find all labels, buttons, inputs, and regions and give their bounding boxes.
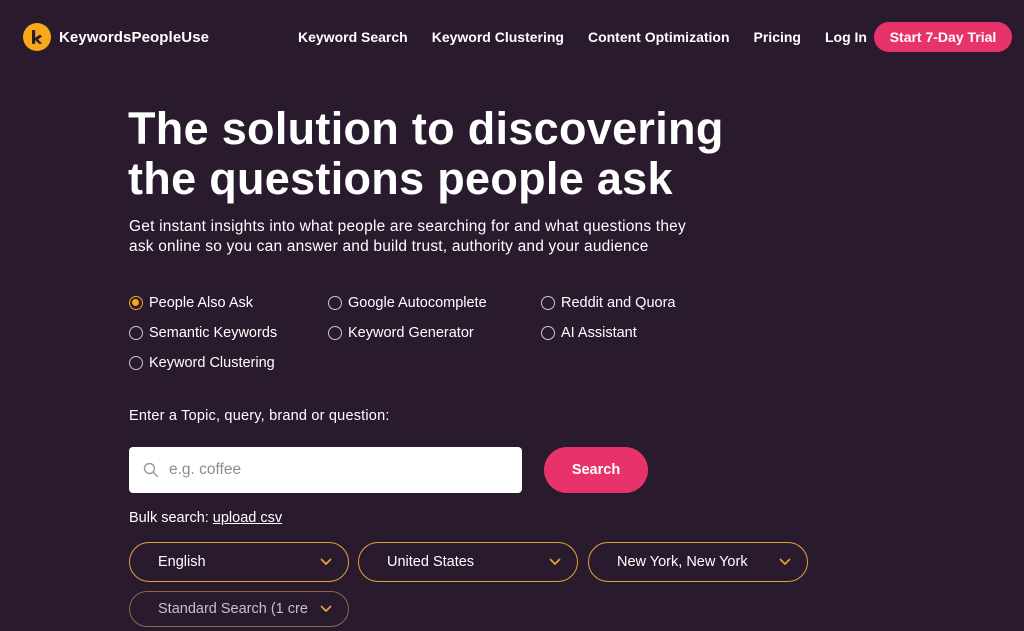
radio-label: Google Autocomplete bbox=[348, 295, 487, 311]
radio-label: Keyword Generator bbox=[348, 325, 474, 341]
hero-subtitle-line-1: Get instant insights into what people ar… bbox=[129, 218, 686, 235]
hero-title-line-1: The solution to discovering bbox=[128, 103, 724, 154]
chevron-down-icon bbox=[320, 558, 332, 565]
radio-unchecked-icon bbox=[129, 356, 143, 370]
hero-title-line-2: the questions people ask bbox=[128, 153, 673, 204]
location-select[interactable]: New York, New York bbox=[588, 542, 808, 582]
nav-log-in[interactable]: Log In bbox=[825, 29, 867, 45]
start-trial-button[interactable]: Start 7-Day Trial bbox=[874, 22, 1012, 52]
bulk-search-label: Bulk search: bbox=[129, 510, 209, 526]
radio-ai-assistant[interactable]: AI Assistant bbox=[541, 325, 637, 341]
search-box[interactable] bbox=[129, 447, 522, 493]
radio-google-autocomplete[interactable]: Google Autocomplete bbox=[328, 295, 487, 311]
radio-label: Semantic Keywords bbox=[149, 325, 278, 341]
radio-label: AI Assistant bbox=[561, 325, 637, 341]
upload-csv-link[interactable]: upload csv bbox=[213, 510, 282, 526]
country-select[interactable]: United States bbox=[358, 542, 578, 582]
search-type-select[interactable]: Standard Search (1 cre bbox=[129, 591, 349, 627]
chevron-down-icon bbox=[320, 605, 332, 612]
radio-semantic-keywords[interactable]: Semantic Keywords bbox=[129, 325, 277, 341]
radio-label: Reddit and Quora bbox=[561, 295, 676, 311]
nav-keyword-clustering[interactable]: Keyword Clustering bbox=[432, 29, 564, 45]
bulk-search: Bulk search: upload csv bbox=[129, 510, 282, 526]
radio-people-also-ask[interactable]: People Also Ask bbox=[129, 295, 253, 311]
radio-unchecked-icon bbox=[541, 326, 555, 340]
nav-pricing[interactable]: Pricing bbox=[754, 29, 801, 45]
radio-keyword-clustering[interactable]: Keyword Clustering bbox=[129, 355, 275, 371]
radio-reddit-and-quora[interactable]: Reddit and Quora bbox=[541, 295, 675, 311]
search-prompt-label: Enter a Topic, query, brand or question: bbox=[129, 408, 390, 424]
nav-keyword-search[interactable]: Keyword Search bbox=[298, 29, 408, 45]
page: KeywordsPeopleUse Keyword Search Keyword… bbox=[0, 0, 1024, 631]
hero-subtitle: Get instant insights into what people ar… bbox=[129, 217, 749, 257]
logo-mark-icon bbox=[23, 23, 51, 51]
nav-links: Keyword Search Keyword Clustering Conten… bbox=[298, 29, 891, 45]
top-nav: KeywordsPeopleUse Keyword Search Keyword… bbox=[0, 0, 1024, 74]
search-input[interactable] bbox=[169, 461, 509, 479]
brand-name: KeywordsPeopleUse bbox=[59, 28, 210, 46]
hero-subtitle-line-2: ask online so you can answer and build t… bbox=[129, 238, 649, 255]
chevron-down-icon bbox=[779, 558, 791, 565]
radio-label: Keyword Clustering bbox=[149, 355, 275, 371]
hero-title: The solution to discovering the question… bbox=[128, 104, 828, 204]
location-select-value: New York, New York bbox=[617, 554, 748, 570]
radio-unchecked-icon bbox=[541, 296, 555, 310]
language-select-value: English bbox=[158, 554, 206, 570]
radio-unchecked-icon bbox=[129, 326, 143, 340]
chevron-down-icon bbox=[549, 558, 561, 565]
search-icon bbox=[143, 462, 159, 478]
language-select[interactable]: English bbox=[129, 542, 349, 582]
logo[interactable]: KeywordsPeopleUse bbox=[23, 23, 209, 51]
search-type-select-value: Standard Search (1 cre bbox=[158, 601, 308, 617]
nav-content-optimization[interactable]: Content Optimization bbox=[588, 29, 730, 45]
search-button[interactable]: Search bbox=[544, 447, 648, 493]
radio-unchecked-icon bbox=[328, 296, 342, 310]
country-select-value: United States bbox=[387, 554, 475, 570]
radio-unchecked-icon bbox=[328, 326, 342, 340]
radio-keyword-generator[interactable]: Keyword Generator bbox=[328, 325, 474, 341]
radio-checked-icon bbox=[129, 296, 143, 310]
radio-label: People Also Ask bbox=[149, 295, 253, 311]
